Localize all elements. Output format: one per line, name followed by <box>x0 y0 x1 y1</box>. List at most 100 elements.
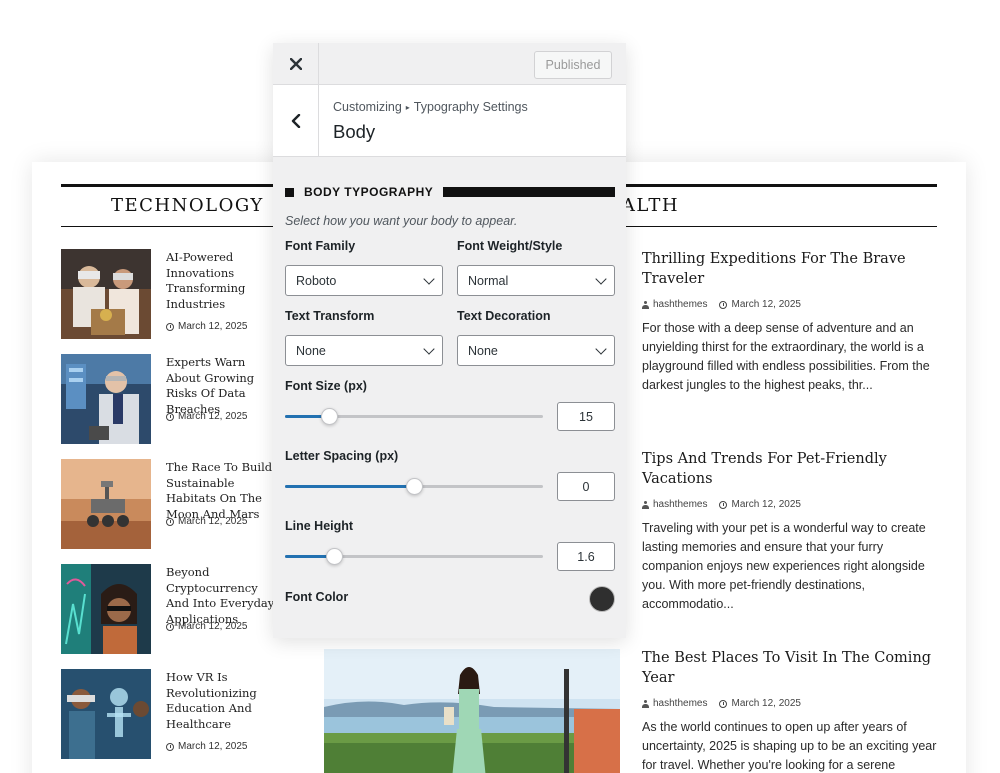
clock-icon <box>166 322 174 331</box>
list-item[interactable]: The Best Places To Visit In The Coming Y… <box>642 648 942 773</box>
date-text: March 12, 2025 <box>178 411 248 422</box>
heading-text: BODY TYPOGRAPHY <box>304 185 434 199</box>
post-title[interactable]: Thrilling Expeditions For The Brave Trav… <box>642 249 942 289</box>
list-item[interactable]: How VR Is Revolutionizing Education And … <box>61 669 301 759</box>
slider-handle[interactable] <box>406 478 423 495</box>
post-date: March 12, 2025 <box>719 698 801 709</box>
breadcrumb-section: Typography Settings <box>413 100 528 114</box>
letter-spacing-input[interactable]: 0 <box>557 472 615 501</box>
customizer-top-bar: Published <box>273 43 626 85</box>
breadcrumb-separator: ▸ <box>405 103 410 112</box>
text-transform-label: Text Transform <box>285 309 375 323</box>
post-meta: hashthemes March 12, 2025 <box>642 499 942 510</box>
list-item[interactable]: Beyond Cryptocurrency And Into Everyday … <box>61 564 301 654</box>
select-value: Normal <box>468 273 509 288</box>
breadcrumb: Customizing ▸ Typography Settings <box>333 100 528 114</box>
close-button[interactable] <box>273 43 319 85</box>
list-item[interactable]: The Race To Build Sustainable Habitats O… <box>61 459 301 549</box>
text-transform-select[interactable]: None <box>285 335 443 366</box>
font-size-label: Font Size (px) <box>285 379 367 393</box>
body-typography-heading: BODY TYPOGRAPHY <box>285 185 615 199</box>
health-section-header: HEALTH <box>612 184 937 227</box>
post-meta: hashthemes March 12, 2025 <box>642 299 942 310</box>
list-item[interactable]: AI-Powered Innovations Transforming Indu… <box>61 249 301 339</box>
post-date: March 12, 2025 <box>166 321 248 332</box>
close-icon <box>289 58 302 70</box>
post-meta: hashthemes March 12, 2025 <box>642 698 942 709</box>
list-item[interactable]: Tips And Trends For Pet-Friendly Vacatio… <box>642 449 942 614</box>
post-thumbnail[interactable] <box>61 459 151 549</box>
font-weight-label: Font Weight/Style <box>457 239 563 253</box>
post-title[interactable]: How VR Is Revolutionizing Education And … <box>166 670 278 732</box>
font-family-select[interactable]: Roboto <box>285 265 443 296</box>
post-thumbnail[interactable] <box>61 669 151 759</box>
font-size-input[interactable]: 15 <box>557 402 615 431</box>
chevron-down-icon <box>423 343 435 355</box>
clock-icon <box>719 500 728 509</box>
author[interactable]: hashthemes <box>642 499 707 510</box>
select-value: None <box>468 343 498 358</box>
heading-divider <box>443 187 615 197</box>
featured-image[interactable] <box>324 649 620 773</box>
back-button[interactable] <box>273 85 319 157</box>
post-thumbnail[interactable] <box>61 354 151 444</box>
user-icon <box>642 500 649 509</box>
post-excerpt: As the world continues to open up after … <box>642 720 937 772</box>
post-title[interactable]: Beyond Cryptocurrency And Into Everyday … <box>166 565 278 627</box>
slider-handle[interactable] <box>326 548 344 565</box>
section-title: TECHNOLOGY <box>111 195 264 216</box>
select-value: Roboto <box>296 273 337 288</box>
author[interactable]: hashthemes <box>642 698 707 709</box>
chevron-left-icon <box>291 114 300 128</box>
line-height-label: Line Height <box>285 519 354 533</box>
font-weight-select[interactable]: Normal <box>457 265 615 296</box>
clock-icon <box>166 517 174 526</box>
date-text: March 12, 2025 <box>178 741 248 752</box>
letter-spacing-slider[interactable] <box>285 478 543 495</box>
publish-button[interactable]: Published <box>534 51 612 79</box>
post-date: March 12, 2025 <box>719 499 801 510</box>
post-thumbnail[interactable] <box>61 249 151 339</box>
font-size-slider[interactable] <box>285 408 543 425</box>
post-title[interactable]: Experts Warn About Growing Risks Of Data… <box>166 355 278 417</box>
post-date: March 12, 2025 <box>166 741 248 752</box>
post-thumbnail[interactable] <box>61 564 151 654</box>
clock-icon <box>719 300 728 309</box>
line-height-slider[interactable] <box>285 548 543 565</box>
clock-icon <box>166 622 174 631</box>
font-color-swatch[interactable] <box>589 586 615 612</box>
line-height-input[interactable]: 1.6 <box>557 542 615 571</box>
customizer-panel: Published Customizing ▸ Typography Setting… <box>273 43 626 638</box>
post-title[interactable]: AI-Powered Innovations Transforming Indu… <box>166 250 281 312</box>
slider-handle[interactable] <box>320 408 338 425</box>
post-title[interactable]: The Best Places To Visit In The Coming Y… <box>642 648 942 688</box>
post-title[interactable]: The Race To Build Sustainable Habitats O… <box>166 460 278 522</box>
user-icon <box>642 300 649 309</box>
post-date: March 12, 2025 <box>166 516 248 527</box>
post-date: March 12, 2025 <box>719 299 801 310</box>
post-excerpt: Traveling with your pet is a wonderful w… <box>642 521 926 611</box>
technology-section-header: TECHNOLOGY <box>61 184 293 227</box>
date-text: March 12, 2025 <box>178 516 248 527</box>
post-date: March 12, 2025 <box>166 621 248 632</box>
chevron-down-icon <box>595 273 607 285</box>
font-family-label: Font Family <box>285 239 356 253</box>
page-title: Body <box>333 121 376 142</box>
chevron-down-icon <box>423 273 435 285</box>
post-date: March 12, 2025 <box>166 411 248 422</box>
post-excerpt: For those with a deep sense of adventure… <box>642 321 930 392</box>
date-text: March 12, 2025 <box>178 621 248 632</box>
list-item[interactable]: Experts Warn About Growing Risks Of Data… <box>61 354 301 444</box>
section-header: Customizing ▸ Typography Settings Body <box>273 85 626 157</box>
select-value: None <box>296 343 326 358</box>
clock-icon <box>719 699 728 708</box>
section-description: Select how you want your body to appear. <box>285 214 518 228</box>
list-item[interactable]: Thrilling Expeditions For The Brave Trav… <box>642 249 942 395</box>
post-title[interactable]: Tips And Trends For Pet-Friendly Vacatio… <box>642 449 942 489</box>
clock-icon <box>166 742 174 751</box>
text-decoration-select[interactable]: None <box>457 335 615 366</box>
chevron-down-icon <box>595 343 607 355</box>
user-icon <box>642 699 649 708</box>
clock-icon <box>166 412 174 421</box>
author[interactable]: hashthemes <box>642 299 707 310</box>
